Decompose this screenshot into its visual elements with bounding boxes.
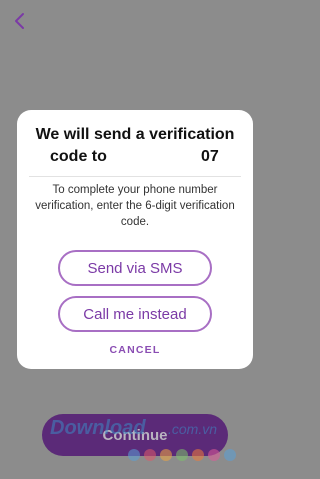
back-button[interactable] — [10, 10, 28, 32]
chevron-left-icon — [13, 12, 25, 30]
send-via-sms-button[interactable]: Send via SMS — [58, 250, 212, 286]
dialog-message: To complete your phone number verificati… — [35, 184, 235, 228]
verification-dialog: We will send a verification code to 07 T… — [17, 110, 253, 369]
continue-button[interactable]: Continue — [42, 414, 228, 456]
cancel-button[interactable]: CANCEL — [17, 344, 253, 356]
dialog-title-line1: We will send a verification — [35, 126, 235, 143]
call-me-instead-button[interactable]: Call me instead — [58, 296, 212, 332]
dialog-title-code-to: code to — [50, 148, 107, 165]
dialog-title-line2: code to 07 — [17, 146, 253, 168]
masked-phone-number: 07 — [201, 148, 219, 165]
dialog-divider — [29, 176, 241, 177]
